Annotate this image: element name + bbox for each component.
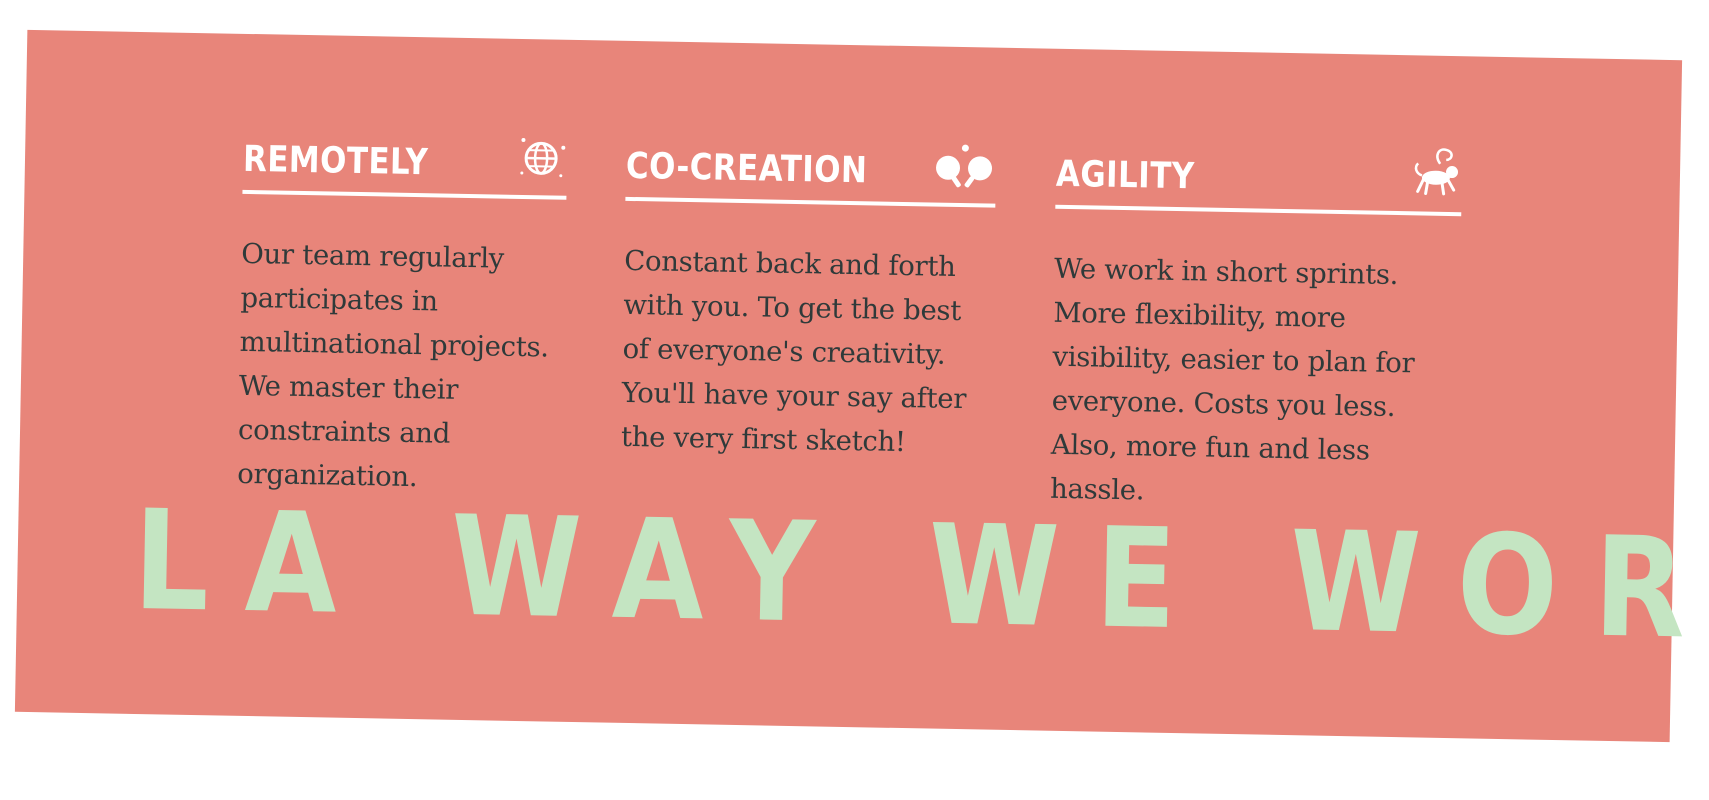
column-body: We work in short sprints. More flexibili… [1049, 252, 1415, 507]
column-header: AGILITY [1055, 148, 1463, 217]
column-body: Constant back and forth with you. To get… [620, 244, 967, 459]
column-remotely: REMOTELY Our team regularly participates… [236, 135, 568, 502]
column-title: REMOTELY [242, 138, 429, 184]
column-title: CO-CREATION [625, 145, 868, 192]
headline: LA WAY WE WORK [132, 479, 1709, 673]
panel: LA WAY WE WORK REMOTELY Our team regular… [14, 29, 1709, 743]
column-co-creation: CO-CREATION Constant back and forth with… [620, 142, 997, 466]
column-body: Our team regularly participates in multi… [236, 237, 550, 494]
column-header: REMOTELY [242, 135, 568, 200]
column-title: AGILITY [1055, 153, 1195, 198]
column-agility: AGILITY We work in short sprints. More f… [1049, 148, 1463, 518]
globe-icon [517, 135, 568, 182]
monkey-icon [1410, 145, 1463, 198]
column-header: CO-CREATION [625, 142, 997, 208]
ping-pong-icon [930, 142, 997, 189]
